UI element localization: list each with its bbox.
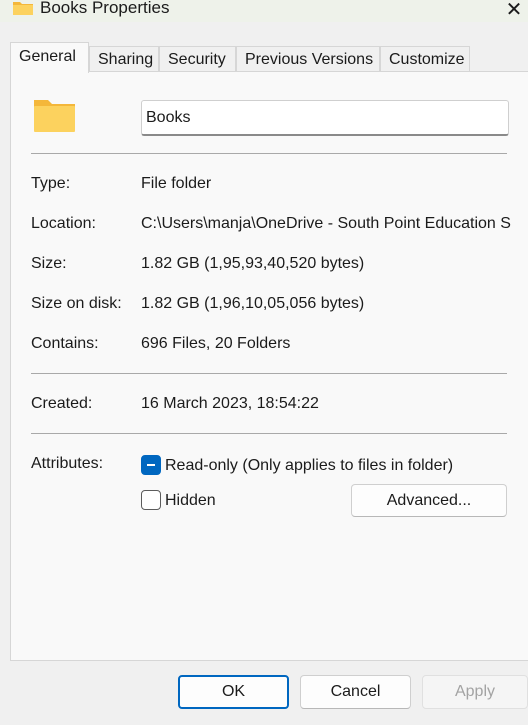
created-label: Created:: [31, 395, 93, 412]
divider: [31, 373, 507, 374]
hidden-checkbox[interactable]: [141, 490, 161, 510]
advanced-button[interactable]: Advanced...: [351, 484, 507, 517]
tab-general[interactable]: General: [10, 42, 89, 73]
readonly-checkbox[interactable]: [141, 455, 161, 475]
apply-button[interactable]: Apply: [422, 675, 528, 709]
tab-sharing[interactable]: Sharing: [89, 46, 159, 72]
size-label: Size:: [31, 255, 67, 272]
divider: [31, 153, 507, 154]
size-on-disk-value: 1.82 GB (1,96,10,05,056 bytes): [141, 295, 365, 312]
general-panel: [10, 71, 528, 661]
window-title: Books Properties: [40, 0, 170, 17]
size-value: 1.82 GB (1,95,93,40,520 bytes): [141, 255, 365, 272]
contains-value: 696 Files, 20 Folders: [141, 335, 291, 352]
type-value: File folder: [141, 175, 212, 192]
tab-customize[interactable]: Customize: [380, 46, 470, 72]
close-button[interactable]: ✕: [500, 0, 528, 22]
folder-icon: [34, 100, 75, 132]
location-label: Location:: [31, 215, 96, 232]
size-on-disk-label: Size on disk:: [31, 295, 122, 312]
cancel-button[interactable]: Cancel: [300, 675, 411, 709]
tab-previous-versions[interactable]: Previous Versions: [236, 46, 380, 72]
close-icon: ✕: [505, 0, 523, 21]
type-label: Type:: [31, 175, 71, 192]
contains-label: Contains:: [31, 335, 99, 352]
readonly-label[interactable]: Read-only (Only applies to files in fold…: [165, 457, 453, 475]
folder-name-input[interactable]: [141, 100, 509, 136]
divider: [31, 433, 507, 434]
created-value: 16 March 2023, 18:54:22: [141, 395, 319, 412]
ok-button[interactable]: OK: [178, 675, 289, 709]
attributes-label: Attributes:: [31, 455, 104, 472]
folder-icon: [13, 2, 33, 15]
tab-security[interactable]: Security: [159, 46, 236, 72]
location-value: C:\Users\manja\OneDrive - South Point Ed…: [141, 215, 511, 232]
hidden-label[interactable]: Hidden: [165, 492, 216, 510]
title-bar: Books Properties ✕: [0, 0, 528, 22]
